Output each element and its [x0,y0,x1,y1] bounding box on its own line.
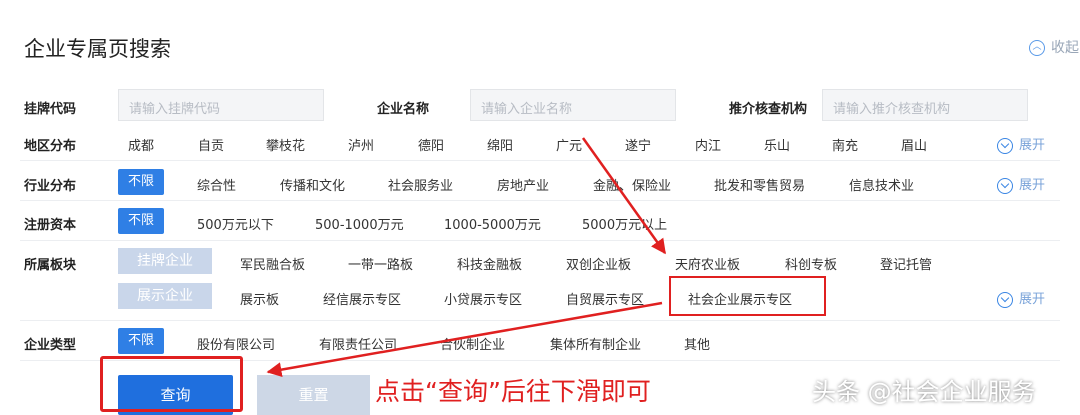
arrow-to-query [266,301,663,378]
annotation-arrows [266,137,667,378]
watermark: 头条 @社会企业服务 [812,378,1036,406]
annotation-text: 点击“查询”后往下滑即可 [375,377,651,406]
arrow-to-board [581,137,667,255]
